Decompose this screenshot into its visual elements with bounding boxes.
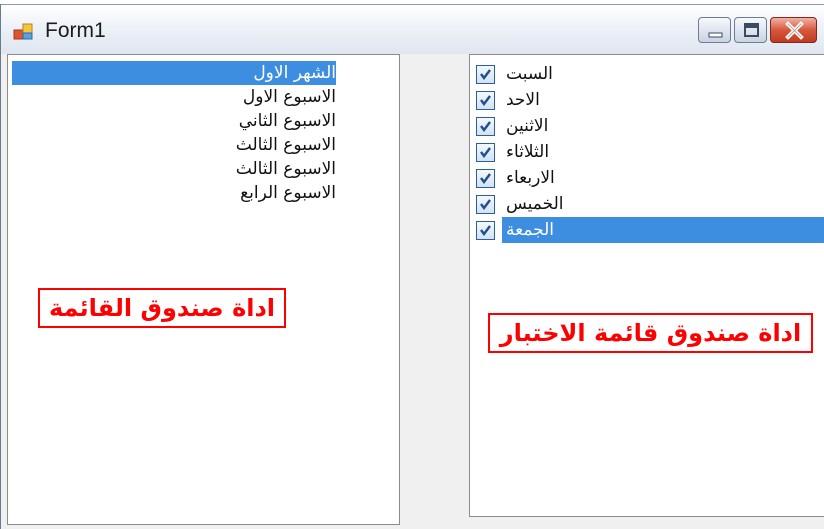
checked-list-item-label: الاحد: [506, 90, 540, 110]
checked-list-item-label: الاثنين: [506, 116, 549, 136]
item-checkbox[interactable]: [476, 143, 495, 162]
checked-listbox-annotation: اداة صندوق قائمة الاختبار: [488, 313, 813, 353]
checked-list-item-label: الخميس: [506, 194, 564, 214]
maximize-icon: [744, 23, 759, 37]
checked-list-item[interactable]: السبت: [470, 61, 824, 87]
checked-list-item-label: الاربعاء: [506, 168, 555, 188]
list-item[interactable]: الاسبوع الثالث: [12, 157, 336, 181]
item-checkbox[interactable]: [476, 65, 495, 84]
item-checkbox[interactable]: [476, 91, 495, 110]
close-button[interactable]: [770, 17, 817, 43]
checked-list-item[interactable]: الجمعة: [470, 217, 824, 243]
item-checkbox[interactable]: [476, 195, 495, 214]
checked-list-item-label: السبت: [506, 64, 553, 84]
checkmark-icon: [480, 95, 491, 106]
title-bar[interactable]: Form1: [1, 4, 824, 54]
checked-list-item-label: الثلاثاء: [506, 142, 550, 162]
list-item[interactable]: الاسبوع الاول: [12, 85, 336, 109]
list-item[interactable]: الاسبوع الرابع: [12, 181, 336, 205]
days-checked-listbox[interactable]: السبت الاحد الاثنين الثلاثاء الاربعاء ال…: [469, 54, 824, 517]
checkmark-icon: [480, 121, 491, 132]
checkmark-icon: [480, 69, 491, 80]
checked-list-item[interactable]: الاحد: [470, 87, 824, 113]
form-app-icon: [13, 21, 35, 43]
item-checkbox[interactable]: [476, 221, 495, 240]
item-checkbox[interactable]: [476, 169, 495, 188]
list-item[interactable]: الشهر الاول: [12, 61, 336, 85]
checked-list-item[interactable]: الاربعاء: [470, 165, 824, 191]
listbox-annotation: اداة صندوق القائمة: [38, 288, 286, 328]
minimize-button[interactable]: [698, 17, 731, 43]
checkmark-icon: [480, 173, 491, 184]
checkmark-icon: [480, 225, 491, 236]
checked-list-item[interactable]: الخميس: [470, 191, 824, 217]
checked-list-item-label: الجمعة: [502, 217, 824, 243]
checkmark-icon: [480, 147, 491, 158]
close-icon: [785, 21, 804, 40]
checked-list-item[interactable]: الاثنين: [470, 113, 824, 139]
minimize-icon: [708, 32, 723, 38]
checked-list-item[interactable]: الثلاثاء: [470, 139, 824, 165]
maximize-button[interactable]: [734, 17, 767, 43]
checkmark-icon: [480, 199, 491, 210]
list-item[interactable]: الاسبوع الثالث: [12, 133, 336, 157]
item-checkbox[interactable]: [476, 117, 495, 136]
window-title: Form1: [45, 19, 106, 42]
list-item[interactable]: الاسبوع الثاني: [12, 109, 336, 133]
